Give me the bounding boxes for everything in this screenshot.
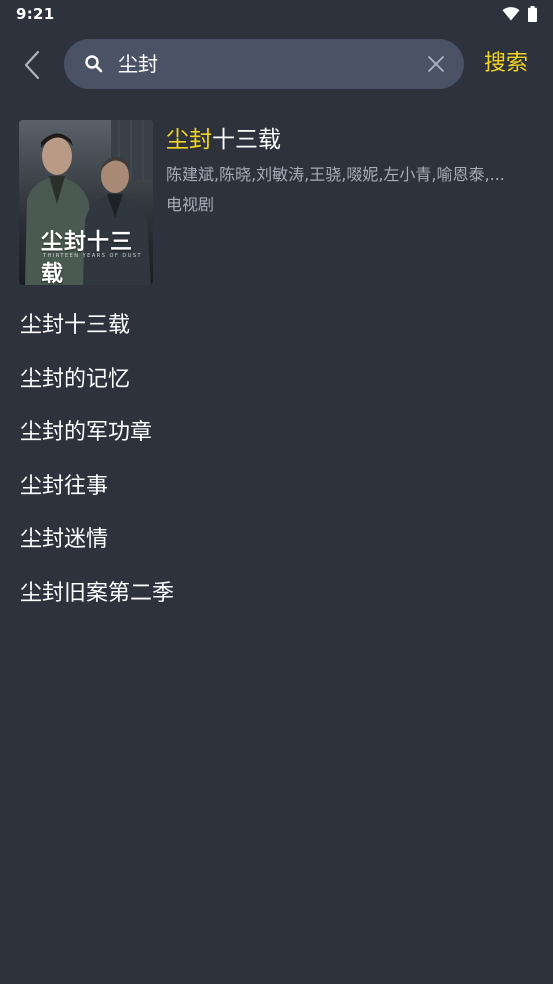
close-icon — [428, 56, 444, 72]
chevron-left-icon — [24, 50, 40, 80]
battery-icon — [528, 6, 537, 22]
status-bar: 9:21 — [0, 0, 553, 30]
search-submit-button[interactable]: 搜索 — [484, 49, 528, 79]
suggestion-item[interactable]: 尘封往事 — [0, 460, 553, 514]
search-box[interactable] — [64, 39, 464, 89]
poster-image: 尘封十三载 THIRTEEN YEARS OF DUST — [19, 120, 153, 285]
result-cast: 陈建斌,陈晓,刘敏涛,王骁,啜妮,左小青,喻恩泰,... — [166, 165, 505, 184]
suggestion-item[interactable]: 尘封迷情 — [0, 513, 553, 567]
search-header: 搜索 — [0, 39, 553, 91]
status-icons — [502, 6, 537, 22]
suggestion-item[interactable]: 尘封的军功章 — [0, 406, 553, 460]
search-icon — [85, 55, 103, 73]
clear-search-button[interactable] — [424, 52, 448, 76]
back-button[interactable] — [14, 45, 50, 85]
poster-subtitle: THIRTEEN YEARS OF DUST — [43, 253, 143, 259]
result-title-rest: 十三载 — [212, 127, 281, 153]
suggestion-item[interactable]: 尘封旧案第二季 — [0, 567, 553, 621]
search-result-card[interactable]: 尘封十三载 THIRTEEN YEARS OF DUST 尘封十三载 陈建斌,陈… — [19, 120, 539, 285]
status-time: 9:21 — [16, 5, 55, 23]
search-input[interactable] — [118, 39, 418, 89]
result-title-highlight: 尘封 — [166, 127, 212, 153]
result-title: 尘封十三载 — [166, 124, 281, 156]
result-type: 电视剧 — [166, 195, 215, 214]
suggestion-item[interactable]: 尘封的记忆 — [0, 353, 553, 407]
suggestion-item[interactable]: 尘封十三载 — [0, 299, 553, 353]
wifi-icon — [502, 7, 520, 21]
suggestion-list: 尘封十三载 尘封的记忆 尘封的军功章 尘封往事 尘封迷情 尘封旧案第二季 — [0, 299, 553, 620]
